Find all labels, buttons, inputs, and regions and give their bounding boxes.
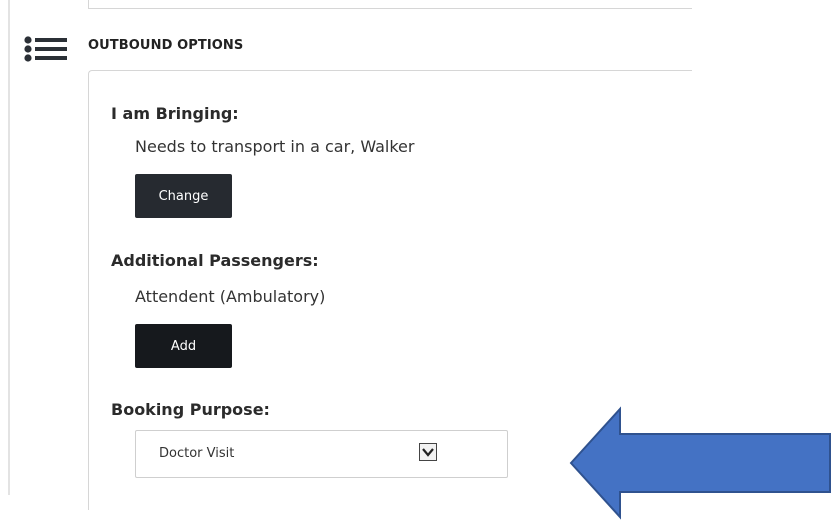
bringing-value: Needs to transport in a car, Walker: [135, 137, 415, 156]
bringing-label: I am Bringing:: [111, 104, 239, 123]
list-icon: [24, 36, 67, 62]
chevron-down-icon[interactable]: [419, 443, 437, 461]
add-passenger-button[interactable]: Add: [135, 324, 232, 368]
passengers-value: Attendent (Ambulatory): [135, 287, 326, 306]
booking-purpose-value: Doctor Visit: [159, 446, 235, 461]
passengers-label: Additional Passengers:: [111, 251, 319, 270]
purpose-label: Booking Purpose:: [111, 400, 270, 419]
change-button[interactable]: Change: [135, 174, 232, 218]
previous-card-edge: [88, 0, 692, 9]
left-divider: [8, 0, 10, 495]
callout-arrow-icon: [569, 406, 831, 520]
section-title: OUTBOUND OPTIONS: [88, 38, 244, 53]
booking-purpose-select[interactable]: Doctor Visit: [135, 430, 508, 478]
page: OUTBOUND OPTIONS I am Bringing: Needs to…: [0, 0, 833, 523]
